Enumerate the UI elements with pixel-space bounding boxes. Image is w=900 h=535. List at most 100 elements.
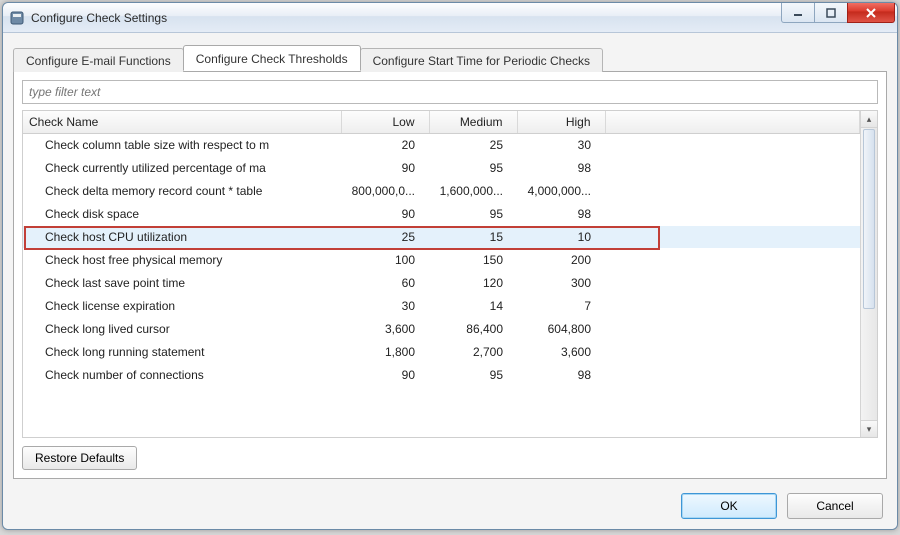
cell-high: 4,000,000... — [517, 180, 605, 203]
cell-pad — [605, 364, 860, 387]
cell-pad — [605, 157, 860, 180]
cell-medium: 95 — [429, 157, 517, 180]
tab-start-time[interactable]: Configure Start Time for Periodic Checks — [360, 48, 603, 72]
col-header-name[interactable]: Check Name — [23, 111, 341, 134]
cell-pad — [605, 134, 860, 157]
cell-check-name: Check disk space — [23, 203, 341, 226]
cell-check-name: Check host CPU utilization — [23, 226, 341, 249]
cell-check-name: Check last save point time — [23, 272, 341, 295]
cell-check-name: Check long running statement — [23, 341, 341, 364]
table-row[interactable]: Check host free physical memory100150200 — [23, 249, 860, 272]
maximize-icon — [826, 8, 836, 18]
cell-high: 200 — [517, 249, 605, 272]
cell-pad — [605, 226, 860, 249]
tab-panel: Check Name Low Medium High Check column … — [13, 71, 887, 479]
table-row[interactable]: Check delta memory record count * table8… — [23, 180, 860, 203]
cell-high: 3,600 — [517, 341, 605, 364]
maximize-button[interactable] — [814, 3, 848, 23]
cell-low: 90 — [341, 157, 429, 180]
cell-check-name: Check long lived cursor — [23, 318, 341, 341]
app-icon — [9, 10, 25, 26]
table-header-row: Check Name Low Medium High — [23, 111, 860, 134]
dialog-window: Configure Check Settings Configure E-mai… — [2, 2, 898, 530]
table-row[interactable]: Check last save point time60120300 — [23, 272, 860, 295]
cell-high: 300 — [517, 272, 605, 295]
cell-high: 7 — [517, 295, 605, 318]
cell-low: 60 — [341, 272, 429, 295]
table-row[interactable]: Check license expiration30147 — [23, 295, 860, 318]
restore-defaults-button[interactable]: Restore Defaults — [22, 446, 137, 470]
client-area: Configure E-mail Functions Configure Che… — [3, 33, 897, 529]
table-row[interactable]: Check host CPU utilization251510 — [23, 226, 860, 249]
window-title: Configure Check Settings — [31, 11, 167, 25]
scroll-thumb[interactable] — [863, 129, 875, 309]
scroll-down-arrow-icon[interactable]: ▾ — [861, 420, 877, 437]
cell-low: 90 — [341, 364, 429, 387]
col-header-high[interactable]: High — [517, 111, 605, 134]
cell-check-name: Check host free physical memory — [23, 249, 341, 272]
cell-check-name: Check delta memory record count * table — [23, 180, 341, 203]
cell-medium: 150 — [429, 249, 517, 272]
cell-medium: 86,400 — [429, 318, 517, 341]
tabs-strip: Configure E-mail Functions Configure Che… — [13, 45, 887, 71]
cell-low: 90 — [341, 203, 429, 226]
cell-low: 1,800 — [341, 341, 429, 364]
cell-medium: 120 — [429, 272, 517, 295]
titlebar[interactable]: Configure Check Settings — [3, 3, 897, 33]
filter-input[interactable] — [22, 80, 878, 104]
vertical-scrollbar[interactable]: ▴ ▾ — [860, 111, 877, 437]
col-header-low[interactable]: Low — [341, 111, 429, 134]
cell-medium: 15 — [429, 226, 517, 249]
cancel-button[interactable]: Cancel — [787, 493, 883, 519]
cell-high: 10 — [517, 226, 605, 249]
ok-button[interactable]: OK — [681, 493, 777, 519]
col-header-pad — [605, 111, 860, 134]
cell-medium: 95 — [429, 364, 517, 387]
cell-pad — [605, 180, 860, 203]
cell-medium: 1,600,000... — [429, 180, 517, 203]
cell-low: 800,000,0... — [341, 180, 429, 203]
tab-check-thresholds[interactable]: Configure Check Thresholds — [183, 45, 361, 71]
cell-pad — [605, 272, 860, 295]
table-row[interactable]: Check long running statement1,8002,7003,… — [23, 341, 860, 364]
cell-medium: 95 — [429, 203, 517, 226]
minimize-button[interactable] — [781, 3, 815, 23]
table-row[interactable]: Check column table size with respect to … — [23, 134, 860, 157]
cell-check-name: Check column table size with respect to … — [23, 134, 341, 157]
cell-high: 98 — [517, 203, 605, 226]
cell-high: 98 — [517, 364, 605, 387]
cell-pad — [605, 249, 860, 272]
cell-medium: 14 — [429, 295, 517, 318]
table-row[interactable]: Check disk space909598 — [23, 203, 860, 226]
window-controls — [782, 3, 895, 32]
col-header-medium[interactable]: Medium — [429, 111, 517, 134]
cell-pad — [605, 295, 860, 318]
tab-label: Configure E-mail Functions — [26, 54, 171, 68]
tab-email-functions[interactable]: Configure E-mail Functions — [13, 48, 184, 72]
cell-check-name: Check number of connections — [23, 364, 341, 387]
cell-low: 25 — [341, 226, 429, 249]
dialog-footer: OK Cancel — [13, 493, 887, 519]
cell-check-name: Check license expiration — [23, 295, 341, 318]
close-button[interactable] — [847, 3, 895, 23]
minimize-icon — [793, 8, 803, 18]
table-row[interactable]: Check long lived cursor3,60086,400604,80… — [23, 318, 860, 341]
cell-low: 30 — [341, 295, 429, 318]
table-row[interactable]: Check currently utilized percentage of m… — [23, 157, 860, 180]
cell-low: 20 — [341, 134, 429, 157]
cell-pad — [605, 341, 860, 364]
cell-low: 3,600 — [341, 318, 429, 341]
cell-medium: 2,700 — [429, 341, 517, 364]
cell-low: 100 — [341, 249, 429, 272]
scroll-up-arrow-icon[interactable]: ▴ — [861, 111, 877, 128]
cell-check-name: Check currently utilized percentage of m… — [23, 157, 341, 180]
cell-pad — [605, 203, 860, 226]
cell-high: 604,800 — [517, 318, 605, 341]
table-row[interactable]: Check number of connections909598 — [23, 364, 860, 387]
tab-label: Configure Check Thresholds — [196, 52, 348, 66]
close-icon — [865, 7, 877, 19]
tab-label: Configure Start Time for Periodic Checks — [373, 54, 590, 68]
cell-medium: 25 — [429, 134, 517, 157]
cell-high: 98 — [517, 157, 605, 180]
cell-pad — [605, 318, 860, 341]
